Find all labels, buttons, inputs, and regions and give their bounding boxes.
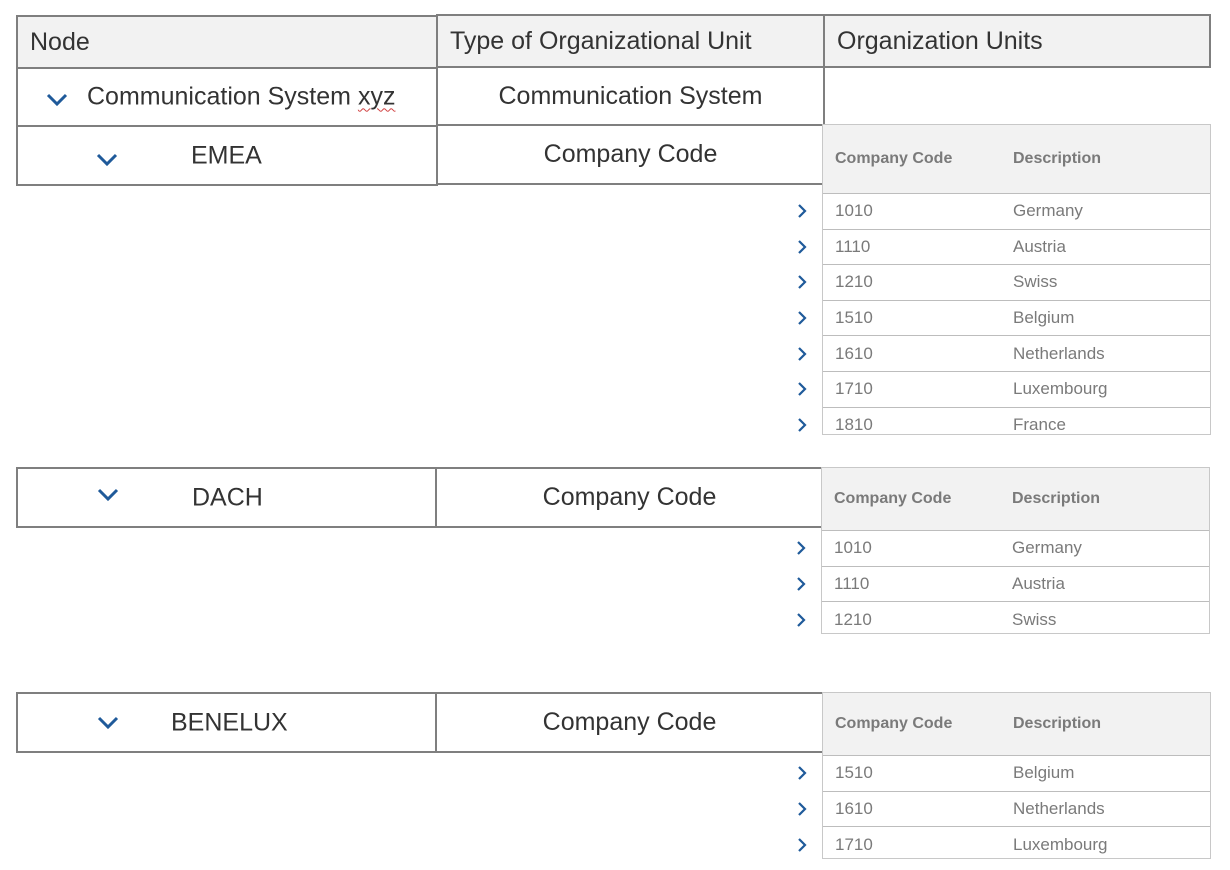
table-row[interactable]: 1610 Netherlands: [798, 336, 1210, 372]
type-cell-benelux-label: Company Code: [542, 708, 717, 736]
org-units-table-dach: Company Code Description 1010 Germany 1110…: [797, 467, 1210, 637]
company-code-cell: 1010: [834, 538, 872, 558]
tree-node-dach-label: DACH: [192, 483, 263, 511]
table-row[interactable]: 1110 Austria: [797, 567, 1209, 603]
chevron-right-icon[interactable]: [797, 310, 807, 326]
description-cell: Luxembourg: [1013, 379, 1108, 399]
chevron-right-icon[interactable]: [797, 346, 807, 362]
company-code-cell: 1810: [835, 414, 873, 434]
tree-node-benelux-label: BENELUX: [171, 708, 288, 736]
table-row[interactable]: 1210 Swiss: [798, 265, 1210, 301]
column-header-description: Description: [1013, 150, 1102, 167]
description-cell: Netherlands: [1013, 799, 1105, 819]
company-code-cell: 1610: [835, 799, 873, 819]
table-row[interactable]: 1510 Belgium: [798, 756, 1210, 792]
column-header-type-label: Type of Organizational Unit: [450, 26, 752, 55]
tree-node-root-label: Communication System xyz: [87, 83, 395, 112]
column-header-company-code: Company Code: [835, 150, 953, 167]
column-header-description: Description: [1012, 490, 1101, 507]
column-header-company-code: Company Code: [835, 715, 953, 732]
company-code-cell: 1110: [834, 574, 870, 594]
org-units-table-header: Company Code Description: [823, 693, 1210, 756]
type-cell-root-label: Communication System: [498, 81, 763, 110]
company-code-cell: 1110: [835, 236, 871, 256]
table-row[interactable]: 1110 Austria: [798, 230, 1210, 266]
type-cell-benelux: Company Code: [435, 692, 824, 753]
description-cell: Germany: [1013, 201, 1083, 221]
description-cell: Belgium: [1013, 308, 1075, 328]
description-cell: Swiss: [1012, 609, 1057, 629]
chevron-right-icon[interactable]: [797, 765, 807, 781]
org-units-table-header: Company Code Description: [823, 125, 1210, 194]
description-cell: Luxembourg: [1013, 834, 1108, 854]
tree-node-emea-label: EMEA: [191, 141, 262, 169]
chevron-down-icon[interactable]: [46, 93, 68, 107]
description-cell: France: [1013, 414, 1066, 434]
org-units-table-benelux: Company Code Description 1510 Belgium 1610…: [798, 692, 1211, 862]
tree-node-dach[interactable]: DACH: [16, 467, 437, 528]
company-code-cell: 1210: [834, 609, 872, 629]
tree-node-root-label-suffix: xyz: [357, 82, 396, 111]
tree-node-root-label-text: Communication System: [87, 82, 351, 111]
tree-node-emea[interactable]: EMEA: [16, 125, 438, 186]
company-code-cell: 1510: [835, 763, 873, 783]
org-units-cell-root: [823, 66, 825, 126]
tree-node-root[interactable]: Communication System xyz: [16, 67, 438, 127]
chevron-right-icon[interactable]: [796, 576, 806, 592]
table-row[interactable]: 1010 Germany: [797, 531, 1209, 567]
company-code-cell: 1610: [835, 343, 873, 363]
type-cell-emea-label: Company Code: [543, 140, 718, 168]
chevron-down-icon[interactable]: [96, 153, 118, 167]
tree-node-benelux[interactable]: BENELUX: [16, 692, 437, 753]
table-row[interactable]: 1210 Swiss: [797, 602, 1209, 637]
column-header-description: Description: [1013, 715, 1102, 732]
table-row[interactable]: 1810 France: [798, 408, 1210, 443]
chevron-right-icon[interactable]: [797, 203, 807, 219]
type-cell-dach-label: Company Code: [542, 483, 717, 511]
type-cell-emea: Company Code: [436, 124, 825, 185]
description-cell: Belgium: [1013, 763, 1075, 783]
chevron-right-icon[interactable]: [797, 837, 807, 853]
chevron-right-icon[interactable]: [797, 417, 807, 433]
company-code-cell: 1510: [835, 308, 873, 328]
chevron-down-icon[interactable]: [97, 488, 119, 502]
table-row[interactable]: 1010 Germany: [798, 194, 1210, 230]
type-cell-root: Communication System: [436, 66, 825, 126]
org-units-table-emea: Company Code Description 1010 Germany 1110…: [798, 124, 1211, 435]
column-header-node: Node: [16, 15, 438, 69]
chevron-right-icon[interactable]: [797, 239, 807, 255]
description-cell: Netherlands: [1013, 343, 1105, 363]
org-units-table-header: Company Code Description: [822, 468, 1209, 531]
table-row[interactable]: 1710 Luxembourg: [798, 827, 1210, 862]
description-cell: Austria: [1013, 236, 1066, 256]
column-header-org-units-label: Organization Units: [837, 26, 1043, 55]
column-header-org-units: Organization Units: [823, 14, 1211, 68]
column-header-company-code: Company Code: [834, 490, 952, 507]
table-row[interactable]: 1610 Netherlands: [798, 792, 1210, 828]
description-cell: Austria: [1012, 574, 1065, 594]
table-row[interactable]: 1510 Belgium: [798, 301, 1210, 337]
chevron-right-icon[interactable]: [796, 540, 806, 556]
column-header-node-label: Node: [30, 27, 90, 56]
table-row[interactable]: 1710 Luxembourg: [798, 372, 1210, 408]
company-code-cell: 1010: [835, 201, 873, 221]
company-code-cell: 1710: [835, 379, 873, 399]
chevron-right-icon[interactable]: [797, 381, 807, 397]
description-cell: Germany: [1012, 538, 1082, 558]
chevron-down-icon[interactable]: [97, 716, 119, 730]
company-code-cell: 1210: [835, 272, 873, 292]
chevron-right-icon[interactable]: [797, 274, 807, 290]
description-cell: Swiss: [1013, 272, 1058, 292]
type-cell-dach: Company Code: [435, 467, 824, 528]
chevron-right-icon[interactable]: [797, 801, 807, 817]
chevron-right-icon[interactable]: [796, 612, 806, 628]
column-header-type: Type of Organizational Unit: [436, 14, 825, 68]
company-code-cell: 1710: [835, 834, 873, 854]
